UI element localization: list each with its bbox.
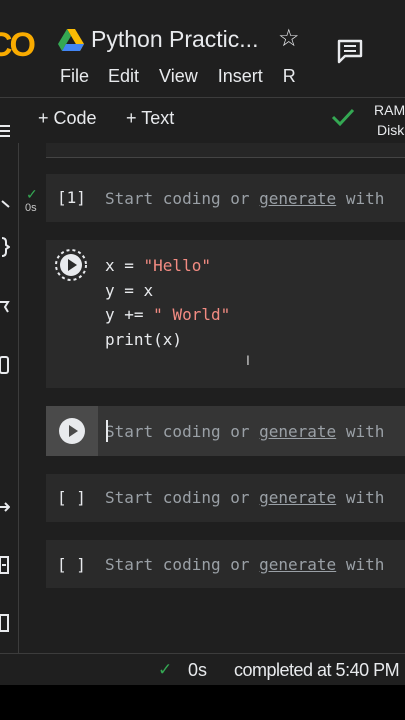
previous-cell-bottom[interactable] [46,143,405,158]
disk-label: Disk [377,122,405,138]
placeholder-text: Start coding or [105,555,260,574]
execution-count: [1] [57,188,86,207]
status-completed-text[interactable]: completed at 5:40 PM [234,660,400,681]
cell-placeholder[interactable]: Start coding or generate with [105,422,384,441]
menu-edit[interactable]: Edit [108,66,139,87]
generate-link[interactable]: generate [259,189,336,208]
placeholder-text-end: with [336,422,385,441]
code-line-3[interactable]: y += " World" [105,305,230,324]
placeholder-text: Start coding or [105,488,260,507]
code-token: y += [105,305,154,324]
placeholder-text-end: with [336,488,385,507]
colab-logo[interactable]: CO [0,26,36,65]
code-line-2[interactable]: y = x [105,281,153,300]
add-text-button[interactable]: + Text [126,108,174,129]
runtime-connected-check-icon [331,108,355,127]
cell-placeholder[interactable]: Start coding or generate with [105,189,384,208]
generate-link[interactable]: generate [259,422,336,441]
secrets-icon[interactable] [0,355,10,374]
left-sidebar [0,125,19,653]
code-snippets-icon[interactable] [0,237,11,257]
placeholder-text-end: with [336,555,385,574]
placeholder-text-end: with [336,189,385,208]
menu-file[interactable]: File [60,66,89,87]
terminal-arrow-icon[interactable] [0,499,11,515]
executed-check-icon: ✓ [26,186,38,202]
variables-icon[interactable] [0,299,10,315]
execution-count: [ ] [57,555,86,574]
menu-bar: File Edit View Insert R [60,66,296,87]
menu-view[interactable]: View [159,66,198,87]
cell-placeholder[interactable]: Start coding or generate with [105,555,384,574]
star-icon[interactable]: ☆ [278,24,300,53]
google-drive-icon[interactable] [58,28,84,52]
files-icon[interactable] [0,613,10,632]
placeholder-text: Start coding or [105,189,260,208]
comment-icon[interactable] [336,38,364,64]
menu-icon[interactable] [0,123,10,139]
text-caret [106,420,108,442]
code-line-4[interactable]: print(x) [105,330,182,349]
resource-monitor[interactable]: RAM Disk [374,100,405,140]
text-cursor-icon: I [246,352,250,368]
code-token: x = [105,256,144,275]
command-palette-icon[interactable] [0,555,10,574]
placeholder-text: Start coding or [105,422,260,441]
generate-link[interactable]: generate [259,488,336,507]
code-line-1[interactable]: x = "Hello" [105,256,211,275]
ram-label: RAM [374,102,405,118]
status-exec-time: 0s [188,660,208,680]
status-bar: ✓ 0s completed at 5:40 PM [0,653,405,685]
menu-insert[interactable]: Insert [218,66,263,87]
notebook-title[interactable]: Python Practic... [91,26,258,53]
string-literal: "Hello" [143,256,211,275]
execution-time: 0s [25,202,37,214]
colab-app: CO Python Practic... ☆ File Edit View In… [0,0,405,685]
cell-placeholder[interactable]: Start coding or generate with [105,488,384,507]
execution-count: [ ] [57,488,86,507]
search-icon[interactable] [0,195,10,211]
run-cell-icon[interactable] [55,414,89,448]
generate-link[interactable]: generate [259,555,336,574]
add-code-button[interactable]: + Code [38,108,97,129]
menu-runtime[interactable]: R [283,66,296,87]
string-literal: " World" [153,305,231,324]
status-check-icon: ✓ [158,660,173,679]
top-bar: CO Python Practic... ☆ File Edit View In… [0,0,405,96]
run-cell-icon[interactable] [54,248,88,282]
